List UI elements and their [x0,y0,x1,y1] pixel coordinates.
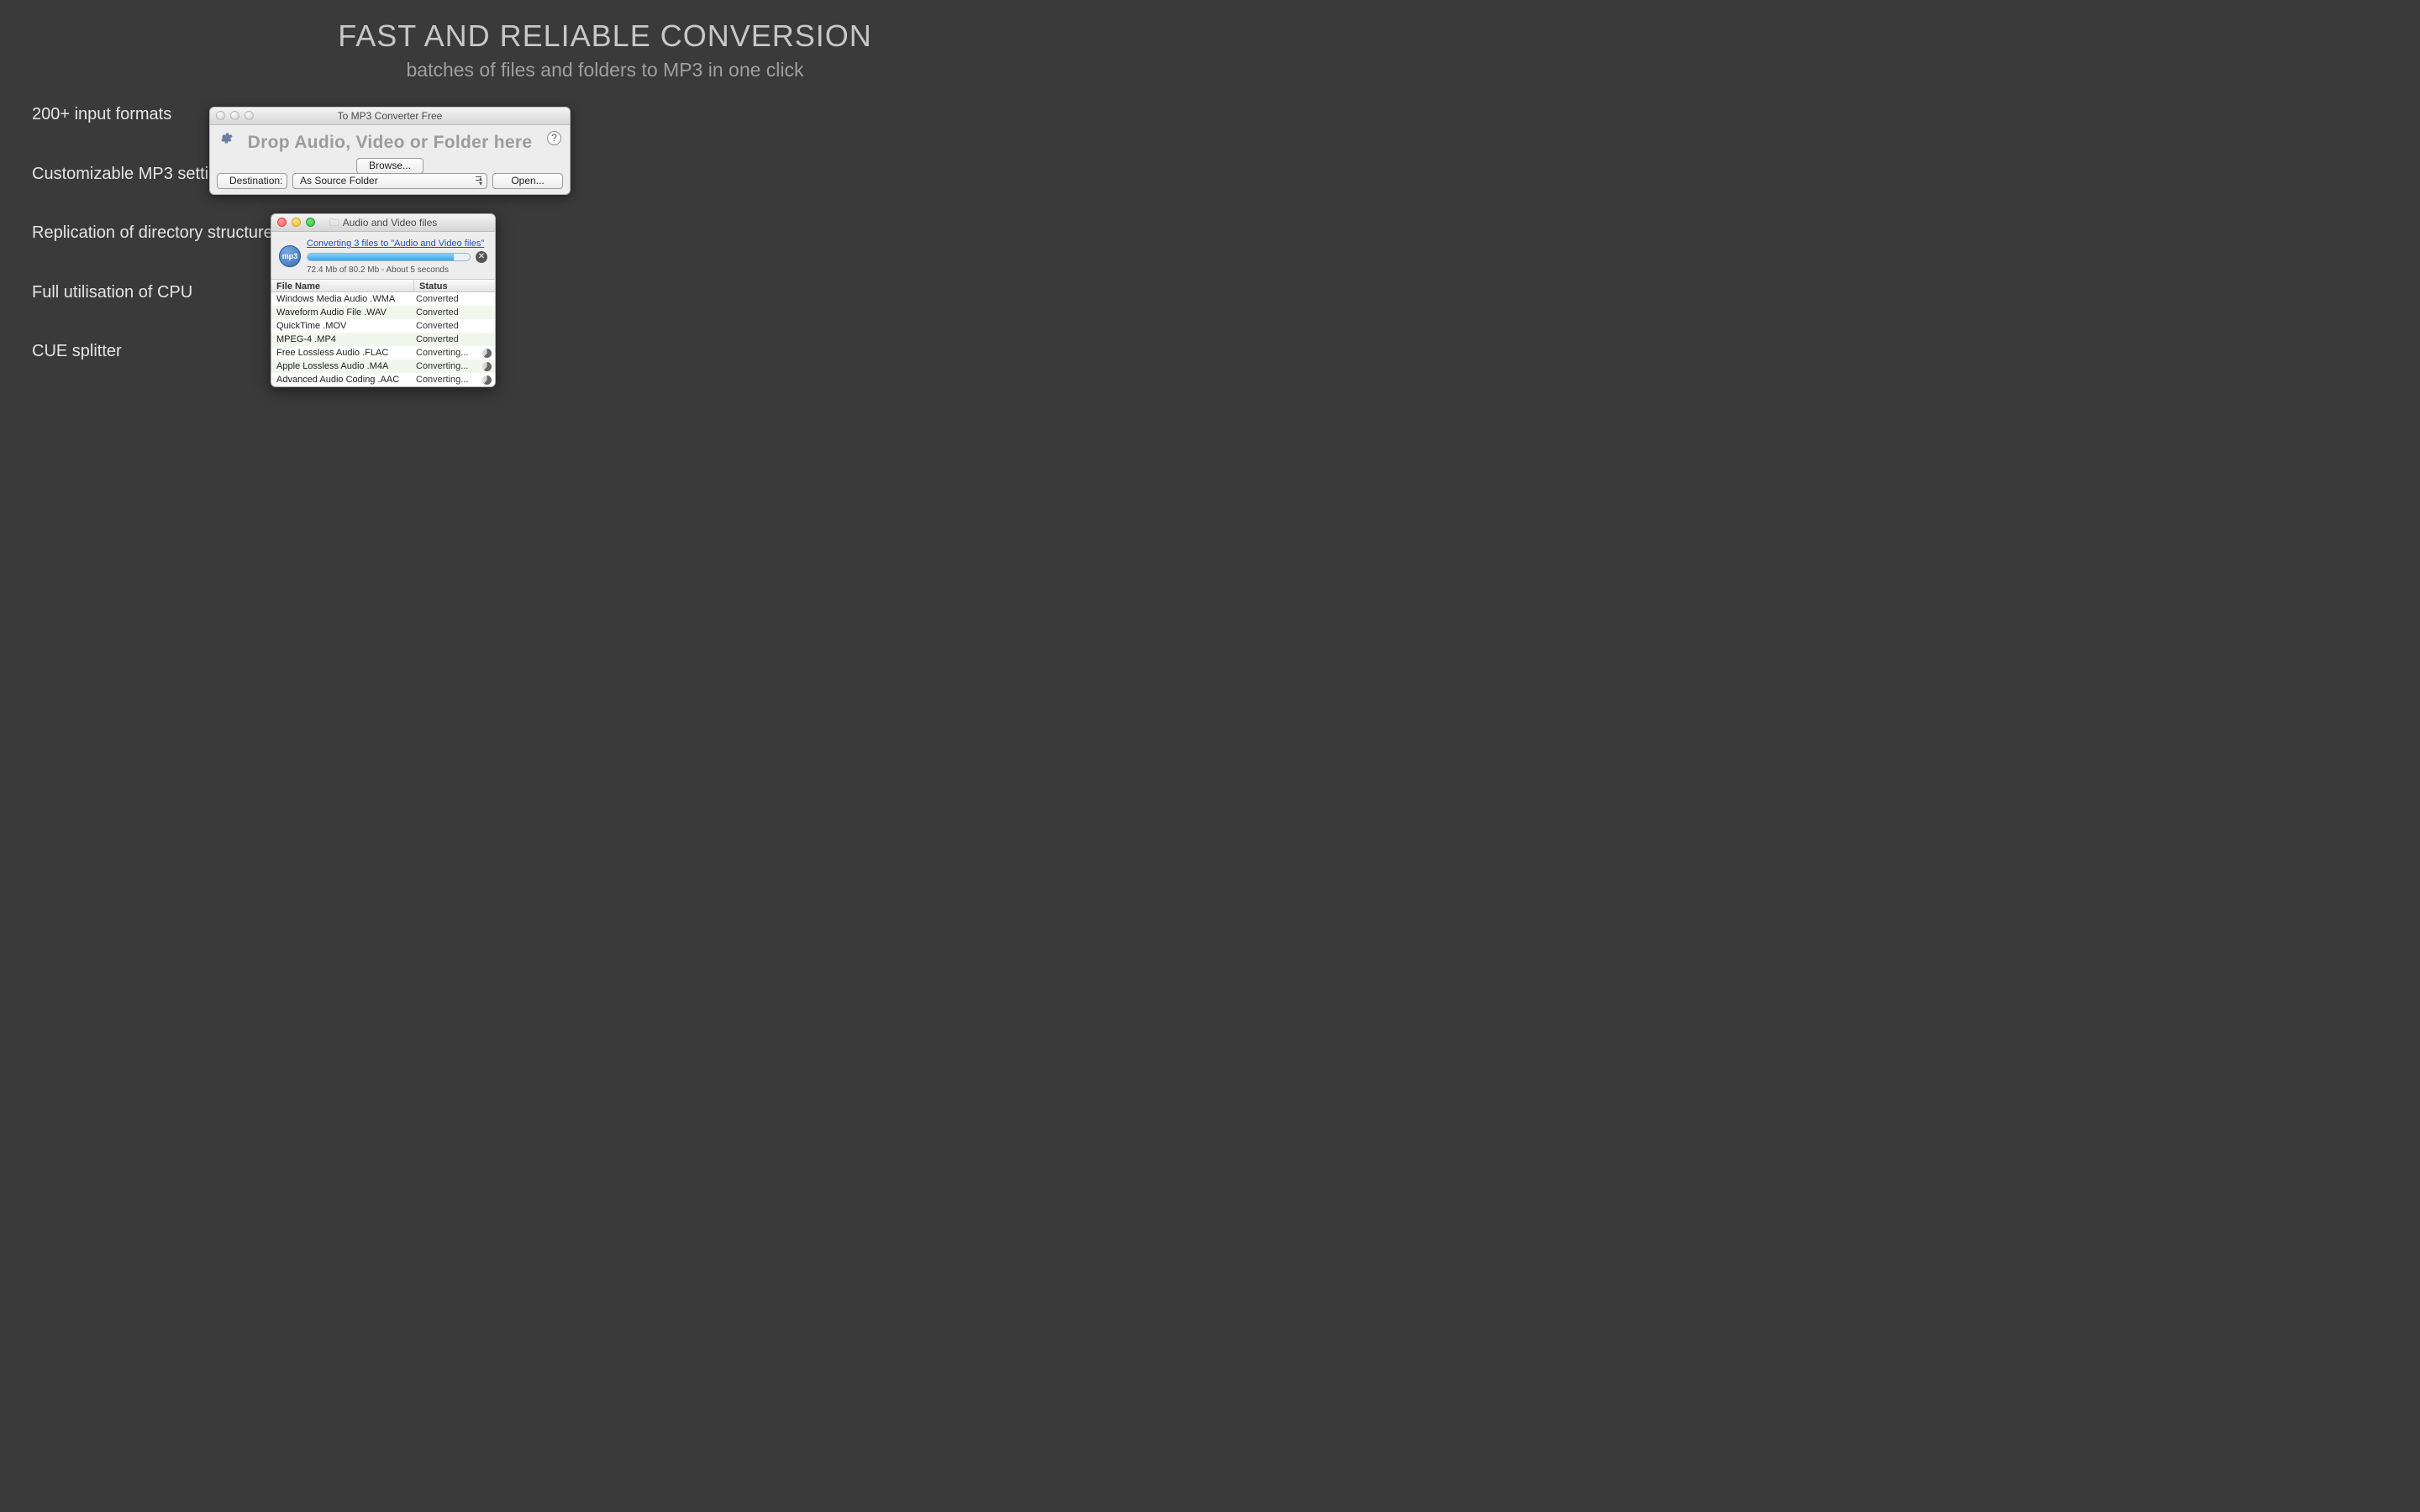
cell-spinner [478,306,495,319]
cell-filename: Free Lossless Audio .FLAC [271,346,414,360]
progress-window: 🗀 Audio and Video files mp3 Converting 3… [271,213,496,387]
hero-title: FAST AND RELIABLE CONVERSION [0,18,1210,54]
window-title: Audio and Video files [343,214,438,232]
zoom-icon[interactable] [245,111,254,120]
cell-filename: Apple Lossless Audio .M4A [271,360,414,373]
table-row[interactable]: Waveform Audio File .WAVConverted [271,306,495,319]
browse-button[interactable]: Browse... [356,158,424,174]
minimize-icon[interactable] [292,218,301,227]
table-row[interactable]: MPEG-4 .MP4Converted [271,333,495,346]
cell-status: Converted [414,319,478,333]
cell-status: Converted [414,292,478,306]
column-status[interactable]: Status [414,280,495,291]
folder-icon: 🗀 [329,214,339,232]
cell-spinner [478,319,495,333]
cancel-icon[interactable]: ✕ [476,251,487,263]
cell-filename: Windows Media Audio .WMA [271,292,414,306]
cell-spinner [478,292,495,306]
cell-filename: MPEG-4 .MP4 [271,333,414,346]
destination-value: As Source Folder [300,175,378,186]
cell-status: Converted [414,333,478,346]
traffic-lights[interactable] [277,218,315,227]
cell-filename: Advanced Audio Coding .AAC [271,373,414,386]
cell-status: Converting... [414,346,478,360]
column-filename[interactable]: File Name [271,280,414,291]
feature-item: CUE splitter [32,342,122,361]
progress-bar [307,253,471,261]
window-titlebar[interactable]: To MP3 Converter Free [210,108,570,125]
table-row[interactable]: QuickTime .MOVConverted [271,319,495,333]
cell-spinner [478,346,495,360]
cell-status: Converting... [414,373,478,386]
file-list: Windows Media Audio .WMAConvertedWavefor… [271,292,495,386]
zoom-icon[interactable] [306,218,315,227]
table-header[interactable]: File Name Status [271,279,495,292]
cell-spinner [478,360,495,373]
spinner-icon [482,362,492,371]
feature-item: Full utilisation of CPU [32,283,192,302]
progress-link[interactable]: Converting 3 files to "Audio and Video f… [307,239,484,249]
feature-item: 200+ input formats [32,105,171,124]
progress-bar-fill [308,254,454,260]
chevron-up-down-icon: ▴▾ [479,176,482,186]
table-row[interactable]: Free Lossless Audio .FLACConverting... [271,346,495,360]
spinner-icon [482,375,492,385]
converter-window: To MP3 Converter Free ? Drop Audio, Vide… [209,107,571,195]
destination-button[interactable]: Destination: [217,173,287,189]
cell-status: Converted [414,306,478,319]
close-icon[interactable] [277,218,287,227]
table-row[interactable]: Windows Media Audio .WMAConverted [271,292,495,306]
drop-hint[interactable]: Drop Audio, Video or Folder here [210,133,570,153]
close-icon[interactable] [216,111,225,120]
table-row[interactable]: Apple Lossless Audio .M4AConverting... [271,360,495,373]
cell-status: Converting... [414,360,478,373]
destination-select[interactable]: As Source Folder ▴▾ [292,173,487,189]
feature-item: Replication of directory structure [32,223,273,243]
traffic-lights[interactable] [216,111,254,120]
minimize-icon[interactable] [230,111,239,120]
cell-filename: QuickTime .MOV [271,319,414,333]
cell-spinner [478,373,495,386]
hero-subtitle: batches of files and folders to MP3 in o… [0,59,1210,81]
open-button[interactable]: Open... [492,173,563,189]
table-row[interactable]: Advanced Audio Coding .AACConverting... [271,373,495,386]
window-titlebar[interactable]: 🗀 Audio and Video files [271,214,495,232]
window-title: To MP3 Converter Free [338,110,443,122]
cell-filename: Waveform Audio File .WAV [271,306,414,319]
spinner-icon [482,349,492,358]
feature-item: Customizable MP3 settings [32,165,235,184]
mp3-badge-icon: mp3 [279,245,301,267]
cell-spinner [478,333,495,346]
progress-text: 72.4 Mb of 80.2 Mb - About 5 seconds [307,265,487,275]
